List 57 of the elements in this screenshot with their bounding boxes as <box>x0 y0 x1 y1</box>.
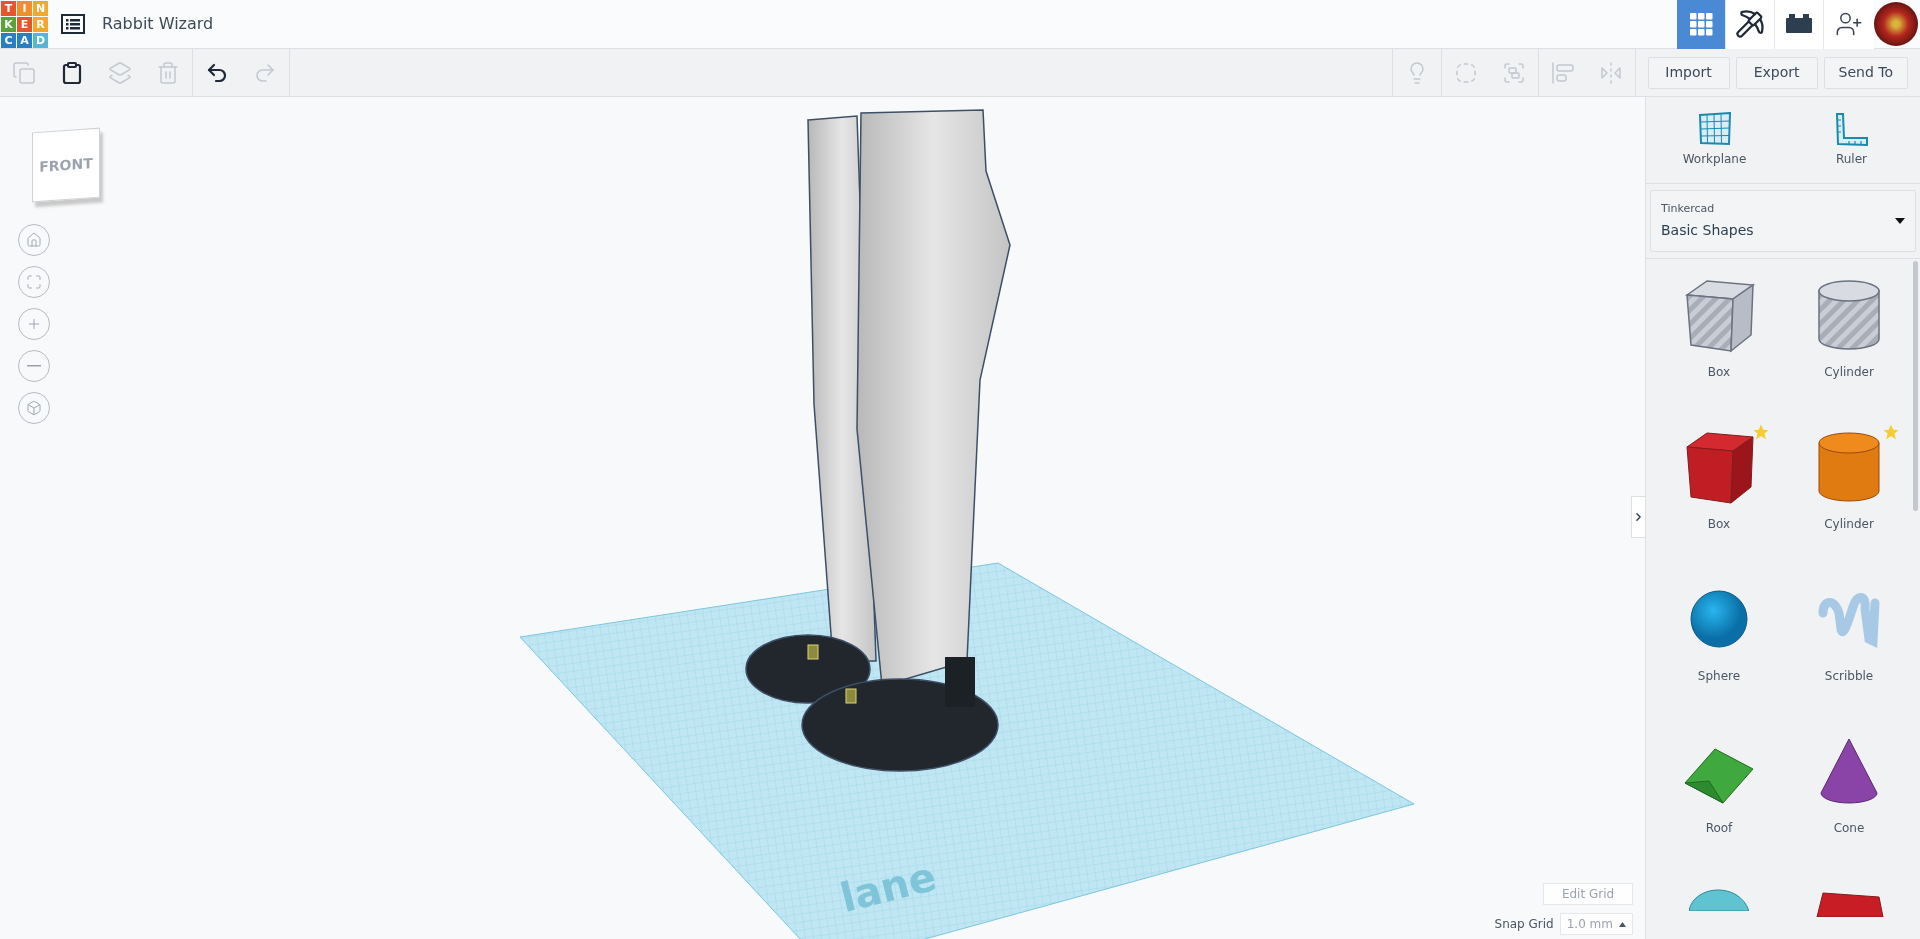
cube-face-label: FRONT <box>39 153 93 177</box>
logo-letter: I <box>17 0 32 16</box>
logo-letter: N <box>33 0 48 16</box>
view-control-button[interactable] <box>18 308 50 340</box>
pickaxe-icon <box>1735 9 1765 39</box>
cube-icon <box>26 400 42 416</box>
view-control-button[interactable] <box>18 350 50 382</box>
invite-user-button[interactable] <box>1824 0 1874 49</box>
logo-letter: C <box>1 32 16 48</box>
view-control-button[interactable] <box>18 224 50 256</box>
scrollbar-thumb[interactable] <box>1913 261 1918 511</box>
view-control-button[interactable] <box>18 266 50 298</box>
star-icon <box>1752 423 1770 441</box>
logo-letter: T <box>1 0 16 16</box>
home-icon <box>26 232 42 248</box>
add-user-icon <box>1835 10 1863 38</box>
action-button[interactable]: Send To <box>1823 56 1908 89</box>
shape-item[interactable]: Sphere <box>1654 579 1784 731</box>
view-control-button[interactable] <box>18 392 50 424</box>
caret-up-icon <box>1619 921 1626 927</box>
logo-letter: K <box>1 16 16 32</box>
avatar[interactable] <box>1874 2 1918 46</box>
brick-icon <box>1785 14 1813 34</box>
shape-item[interactable]: Cylinder <box>1784 275 1914 427</box>
dropdown-caret-icon <box>1895 218 1905 224</box>
ruler-icon <box>1834 112 1869 146</box>
workplane-icon <box>1697 112 1732 146</box>
snap-grid-label: Snap Grid <box>1494 916 1554 933</box>
shape-item[interactable]: Cylinder <box>1784 427 1914 579</box>
fit-view-icon <box>26 274 42 290</box>
list-icon[interactable] <box>61 14 85 34</box>
shape-item[interactable]: Scribble <box>1784 579 1914 731</box>
star-icon <box>1882 423 1900 441</box>
action-button[interactable]: Export <box>1735 56 1818 89</box>
logo-letter: E <box>17 16 32 32</box>
project-title[interactable]: Rabbit Wizard <box>102 12 214 36</box>
collapse-panel-button[interactable] <box>1631 496 1645 538</box>
action-button[interactable]: Import <box>1647 56 1730 89</box>
shape-item[interactable]: Box <box>1654 275 1784 427</box>
logo-letter: D <box>33 32 48 48</box>
panel-tool-button[interactable]: Ruler <box>1783 97 1920 183</box>
view-mode-button[interactable] <box>1726 0 1775 49</box>
grid-icon <box>1689 12 1713 36</box>
library-dropdown[interactable]: Tinkercad Basic Shapes <box>1650 190 1916 252</box>
shape-item[interactable]: Box <box>1654 427 1784 579</box>
library-selection: Basic Shapes <box>1661 221 1754 241</box>
shape-item[interactable]: Cone <box>1784 731 1914 883</box>
library-source: Tinkercad <box>1661 200 1715 217</box>
zoom-in-icon <box>26 316 42 332</box>
shape-item[interactable]: Roof <box>1654 731 1784 883</box>
view-mode-button[interactable] <box>1775 0 1824 49</box>
legs-model-drawing[interactable] <box>745 109 1011 772</box>
logo-letter: A <box>17 32 32 48</box>
tinkercad-logo[interactable]: T I N K E R C A D <box>1 0 48 48</box>
workplane-label: lane <box>836 855 940 919</box>
panel-tool-button[interactable]: Workplane <box>1646 97 1783 183</box>
logo-letter: R <box>33 16 48 32</box>
